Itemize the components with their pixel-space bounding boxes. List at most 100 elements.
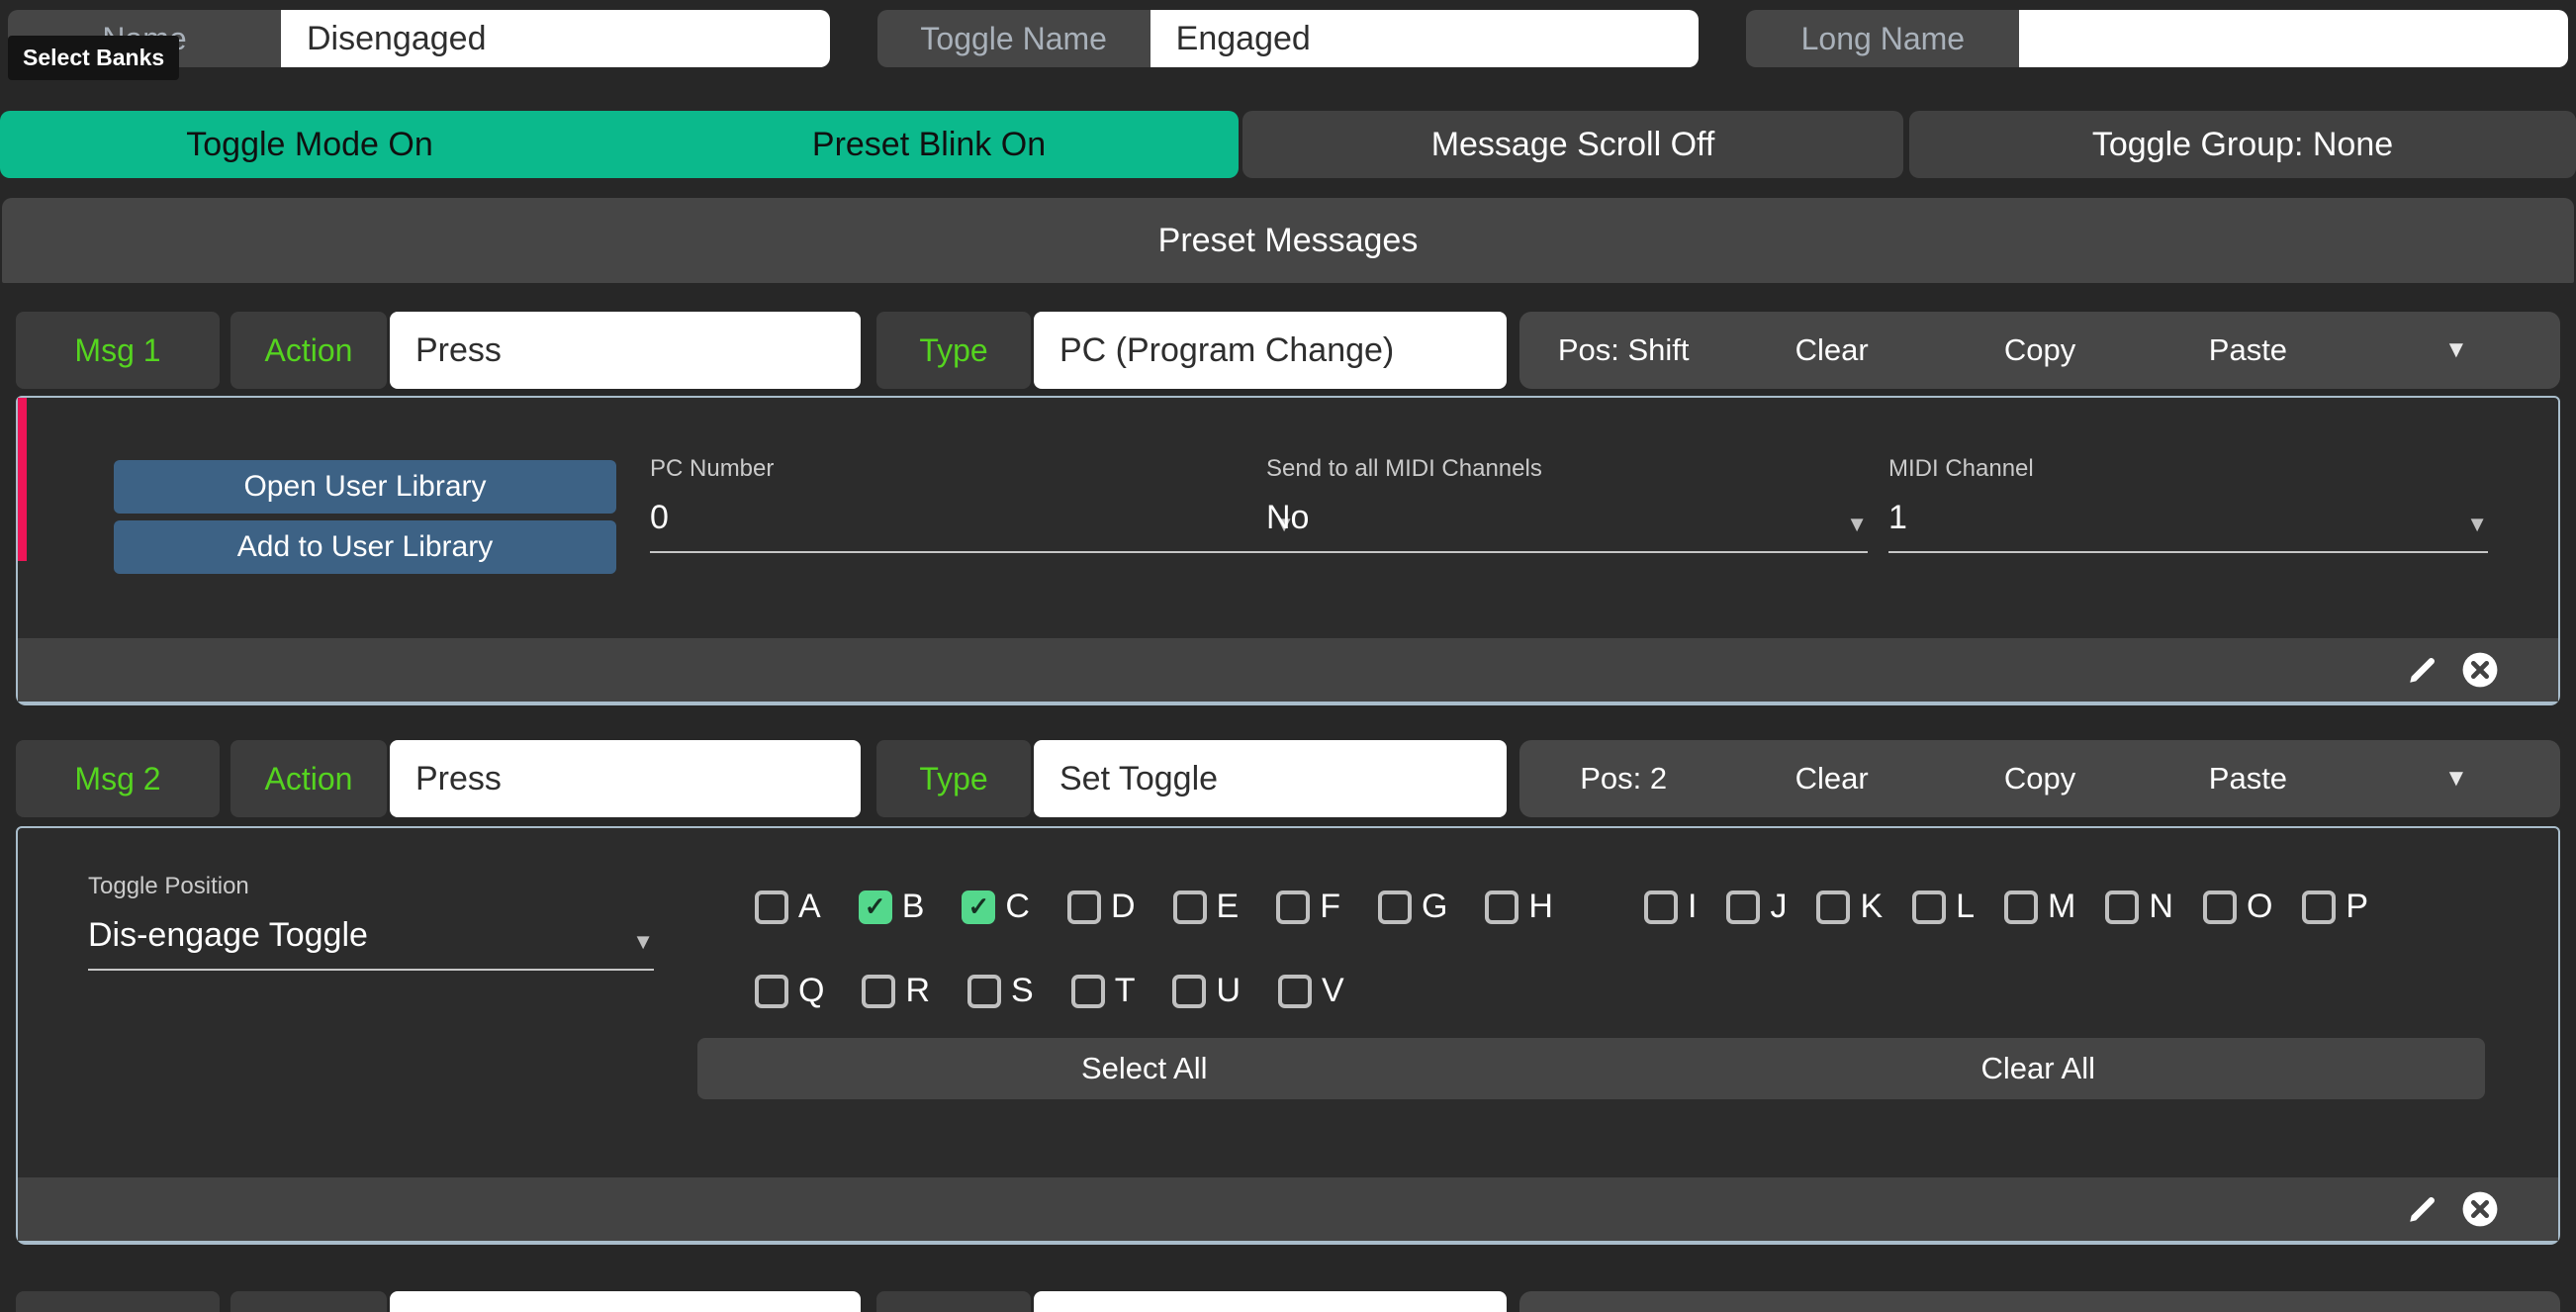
preset-blink-button[interactable]: Preset Blink On bbox=[619, 126, 1239, 164]
preset-checkbox-b[interactable]: ✓B bbox=[859, 888, 925, 926]
preset-checkbox-e[interactable]: E bbox=[1173, 888, 1240, 926]
msg2-utility-bar: Pos: 2 Clear Copy Paste ▼ bbox=[1519, 740, 2560, 817]
checkbox-unchecked-icon[interactable] bbox=[1172, 975, 1206, 1008]
checkbox-unchecked-icon[interactable] bbox=[1816, 890, 1850, 924]
checkbox-letter-label: R bbox=[905, 972, 930, 1010]
preset-checkbox-t[interactable]: T bbox=[1071, 972, 1136, 1010]
remove-message-icon[interactable] bbox=[2461, 651, 2499, 689]
midi-channel-select[interactable]: 1 ▼ bbox=[1888, 499, 2488, 553]
edit-pencil-icon[interactable] bbox=[2406, 1192, 2439, 1226]
preset-checkbox-i[interactable]: I bbox=[1644, 888, 1697, 926]
preset-checkbox-r[interactable]: R bbox=[862, 972, 930, 1010]
preset-checkbox-k[interactable]: K bbox=[1816, 888, 1883, 926]
msg2-clear-button[interactable]: Clear bbox=[1727, 761, 1935, 797]
msg1-type-select[interactable]: PC (Program Change) bbox=[1034, 312, 1507, 389]
preset-checkbox-v[interactable]: V bbox=[1278, 972, 1344, 1010]
msg1-pos-button[interactable]: Pos: Shift bbox=[1519, 332, 1727, 368]
preset-checkbox-m[interactable]: M bbox=[2004, 888, 2075, 926]
preset-checkbox-h[interactable]: H bbox=[1485, 888, 1553, 926]
checkbox-letter-label: E bbox=[1217, 888, 1240, 926]
preset-checkbox-p[interactable]: P bbox=[2302, 888, 2368, 926]
edit-pencil-icon[interactable] bbox=[2406, 653, 2439, 687]
checkbox-letter-label: A bbox=[798, 888, 821, 926]
msg2-type-select[interactable]: Set Toggle bbox=[1034, 740, 1507, 817]
msg1-paste-button[interactable]: Paste bbox=[2144, 332, 2351, 368]
checkbox-unchecked-icon[interactable] bbox=[1067, 890, 1101, 924]
msg3-label[interactable] bbox=[16, 1291, 220, 1312]
checkbox-checked-icon[interactable]: ✓ bbox=[962, 890, 995, 924]
preset-checkbox-o[interactable]: O bbox=[2203, 888, 2272, 926]
long-name-input[interactable] bbox=[2019, 10, 2568, 67]
checkbox-letter-label: V bbox=[1322, 972, 1344, 1010]
select-banks-tooltip: Select Banks bbox=[8, 36, 179, 80]
add-to-user-library-button[interactable]: Add to User Library bbox=[114, 520, 616, 574]
msg2-action-select[interactable]: Press bbox=[390, 740, 861, 817]
msg2-pos-button[interactable]: Pos: 2 bbox=[1519, 761, 1727, 797]
name-input[interactable] bbox=[281, 10, 830, 67]
msg2-expand-caret-icon[interactable]: ▼ bbox=[2352, 765, 2560, 793]
preset-checkbox-a[interactable]: A bbox=[755, 888, 821, 926]
preset-checkbox-c[interactable]: ✓C bbox=[962, 888, 1030, 926]
clear-all-button[interactable]: Clear All bbox=[1592, 1051, 2486, 1086]
checkbox-unchecked-icon[interactable] bbox=[2004, 890, 2038, 924]
checkbox-unchecked-icon[interactable] bbox=[1071, 975, 1105, 1008]
msg3-action-select[interactable]: No Action bbox=[390, 1291, 861, 1312]
msg3-type-select[interactable]: Empty bbox=[1034, 1291, 1507, 1312]
preset-checkbox-j[interactable]: J bbox=[1726, 888, 1787, 926]
checkbox-unchecked-icon[interactable] bbox=[1644, 890, 1678, 924]
remove-message-icon[interactable] bbox=[2461, 1190, 2499, 1228]
msg1-utility-bar: Pos: Shift Clear Copy Paste ▼ bbox=[1519, 312, 2560, 389]
msg2-copy-button[interactable]: Copy bbox=[1936, 761, 2144, 797]
msg2-label[interactable]: Msg 2 bbox=[16, 740, 220, 817]
msg1-clear-button[interactable]: Clear bbox=[1727, 332, 1935, 368]
preset-checkbox-d[interactable]: D bbox=[1067, 888, 1136, 926]
toggle-position-label: Toggle Position bbox=[88, 873, 654, 900]
all-midi-channels-select[interactable]: No ▼ bbox=[1266, 499, 1868, 553]
checkbox-letter-label: U bbox=[1216, 972, 1241, 1010]
checkbox-checked-icon[interactable]: ✓ bbox=[859, 890, 892, 924]
msg1-type-color-stripe bbox=[18, 398, 27, 561]
message-scroll-button[interactable]: Message Scroll Off bbox=[1242, 111, 1903, 178]
checkbox-unchecked-icon[interactable] bbox=[2302, 890, 2336, 924]
toggle-name-input[interactable] bbox=[1150, 10, 1700, 67]
pc-number-select[interactable]: 0 ▼ bbox=[650, 499, 1295, 553]
select-all-button[interactable]: Select All bbox=[697, 1051, 1592, 1086]
toggle-group-button[interactable]: Toggle Group: None bbox=[1909, 111, 2576, 178]
checkbox-unchecked-icon[interactable] bbox=[755, 890, 788, 924]
preset-checkbox-q[interactable]: Q bbox=[755, 972, 824, 1010]
preset-checkbox-f[interactable]: F bbox=[1276, 888, 1340, 926]
checkbox-unchecked-icon[interactable] bbox=[2203, 890, 2237, 924]
msg2-action-label: Action bbox=[230, 740, 387, 817]
open-user-library-button[interactable]: Open User Library bbox=[114, 460, 616, 514]
checkbox-unchecked-icon[interactable] bbox=[862, 975, 895, 1008]
msg1-library-buttons: Open User Library Add to User Library bbox=[114, 460, 616, 574]
pc-number-value: 0 bbox=[650, 499, 669, 537]
msg1-action-select[interactable]: Press bbox=[390, 312, 861, 389]
checkbox-unchecked-icon[interactable] bbox=[1485, 890, 1518, 924]
checkbox-unchecked-icon[interactable] bbox=[755, 975, 788, 1008]
midi-channel-label: MIDI Channel bbox=[1888, 455, 2488, 483]
msg2-paste-button[interactable]: Paste bbox=[2144, 761, 2351, 797]
checkbox-unchecked-icon[interactable] bbox=[2105, 890, 2139, 924]
msg1-expand-caret-icon[interactable]: ▼ bbox=[2352, 336, 2560, 364]
msg3-type-label bbox=[876, 1291, 1031, 1312]
toggle-mode-button[interactable]: Toggle Mode On bbox=[0, 126, 619, 164]
checkbox-unchecked-icon[interactable] bbox=[1378, 890, 1412, 924]
msg1-copy-button[interactable]: Copy bbox=[1936, 332, 2144, 368]
preset-checkbox-n[interactable]: N bbox=[2105, 888, 2173, 926]
checkbox-unchecked-icon[interactable] bbox=[1173, 890, 1207, 924]
preset-checkbox-l[interactable]: L bbox=[1912, 888, 1975, 926]
preset-checkbox-g[interactable]: G bbox=[1378, 888, 1447, 926]
msg1-label[interactable]: Msg 1 bbox=[16, 312, 220, 389]
checkbox-letter-label: O bbox=[2247, 888, 2272, 926]
checkbox-unchecked-icon[interactable] bbox=[1912, 890, 1946, 924]
checkbox-unchecked-icon[interactable] bbox=[1726, 890, 1760, 924]
toggle-position-select[interactable]: Dis-engage Toggle ▼ bbox=[88, 916, 654, 971]
preset-checkbox-u[interactable]: U bbox=[1172, 972, 1241, 1010]
checkbox-unchecked-icon[interactable] bbox=[1278, 975, 1312, 1008]
checkbox-unchecked-icon[interactable] bbox=[967, 975, 1001, 1008]
all-midi-channels-field: Send to all MIDI Channels No ▼ bbox=[1266, 455, 1868, 553]
preset-checkbox-s[interactable]: S bbox=[967, 972, 1034, 1010]
checkbox-unchecked-icon[interactable] bbox=[1276, 890, 1310, 924]
preset-checkbox-row-1: A ✓B ✓C D EFGH IJKLMN OP bbox=[755, 888, 2368, 926]
